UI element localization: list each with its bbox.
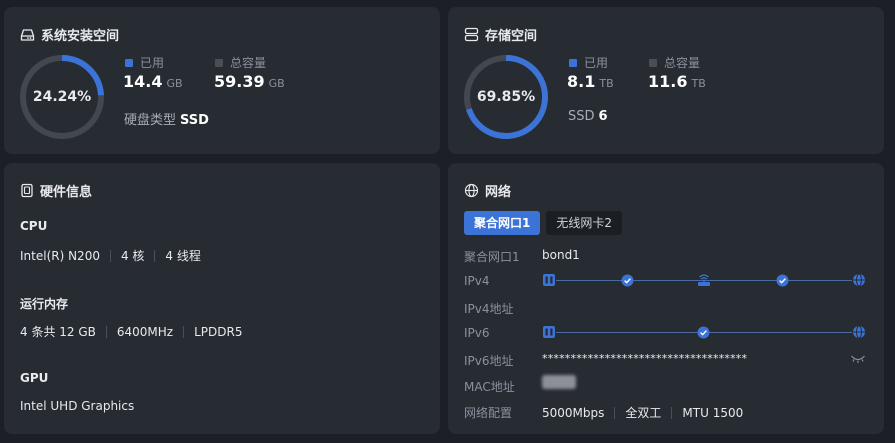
- storage-used-legend: 已用: [569, 54, 608, 71]
- storage-used-value: 8.1 TB: [567, 72, 614, 91]
- hardware-title: 硬件信息: [40, 185, 93, 200]
- divider: [154, 249, 156, 262]
- ssd-label: SSD: [568, 109, 595, 124]
- device-icon: [21, 183, 33, 198]
- system-total-label: 总容量: [230, 56, 267, 70]
- storage-total-label: 总容量: [664, 56, 701, 70]
- mac-address-redacted: [542, 375, 576, 389]
- storage-total-unit: TB: [691, 77, 706, 90]
- interface-label: 聚合网口1: [464, 250, 520, 264]
- cpu-model: Intel(R) N200: [20, 248, 100, 263]
- tab-bond1[interactable]: 聚合网口1: [464, 211, 541, 235]
- storage-usage-donut: 69.85%: [463, 54, 549, 140]
- system-space-card: 系统安装空间 24.24% 已用 14.4 GB 总容量 59.39 GB 硬盘类型…: [4, 7, 440, 154]
- cpu-info-row: Intel(R) N200 4 核 4 线程: [20, 247, 201, 264]
- divider: [671, 406, 673, 419]
- gpu-label: GPU: [20, 371, 49, 385]
- storage-total-number: 11.6: [648, 72, 688, 91]
- interface-value: bond1: [542, 248, 580, 262]
- total-color-swatch: [649, 58, 657, 67]
- system-space-title: 系统安装空间: [41, 29, 120, 44]
- system-space-header: 系统安装空间: [20, 25, 119, 44]
- memory-label: 运行内存: [20, 297, 69, 311]
- ipv6-address-value: ************************************: [542, 352, 748, 365]
- used-color-swatch: [569, 58, 577, 67]
- mac-label: MAC地址: [464, 380, 515, 394]
- ipv6-label: IPv6: [464, 326, 490, 340]
- system-used-legend: 已用: [125, 54, 164, 71]
- hardware-header: 硬件信息: [20, 181, 92, 200]
- storage-usage-percent: 69.85%: [476, 89, 536, 105]
- storage-space-header: 存储空间: [464, 25, 537, 44]
- system-used-number: 14.4: [123, 72, 163, 91]
- disk-icon: [20, 28, 35, 41]
- ethernet-port-icon: [543, 274, 555, 286]
- divider: [105, 325, 107, 338]
- storage-used-label: 已用: [584, 56, 609, 70]
- memory-type: LPDDR5: [194, 324, 243, 339]
- memory-modules: 4 条共 12 GB: [20, 325, 96, 339]
- ipv4-label: IPv4: [464, 274, 490, 288]
- cpu-cores: 4 核: [120, 249, 145, 263]
- system-usage-percent: 24.24%: [32, 89, 92, 105]
- hardware-card: 硬件信息 CPU Intel(R) N200 4 核 4 线程 运行内存 4 条…: [4, 163, 440, 434]
- system-used-unit: GB: [166, 77, 183, 90]
- globe-icon: [853, 273, 865, 287]
- tab-wireless2[interactable]: 无线网卡2: [546, 211, 622, 235]
- storage-space-title: 存储空间: [485, 29, 538, 44]
- cpu-threads: 4 线程: [165, 249, 201, 263]
- network-title: 网络: [485, 185, 512, 200]
- storage-total-legend: 总容量: [649, 54, 700, 71]
- storage-space-card: 存储空间 69.85% 已用 8.1 TB 总容量 11.6 TB SSD 6: [448, 7, 884, 154]
- gpu-info-row: Intel UHD Graphics: [20, 399, 134, 413]
- config-label: 网络配置: [464, 406, 513, 420]
- mtu-value: MTU 1500: [682, 405, 744, 420]
- system-total-unit: GB: [268, 77, 285, 90]
- check-circle-icon: [697, 326, 710, 339]
- storage-used-number: 8.1: [567, 72, 596, 91]
- system-used-value: 14.4 GB: [123, 72, 183, 91]
- memory-speed: 6400MHz: [116, 324, 174, 339]
- gpu-model: Intel UHD Graphics: [20, 399, 135, 413]
- ipv6-address-label: IPv6地址: [464, 354, 514, 368]
- storage-used-unit: TB: [599, 77, 614, 90]
- used-color-swatch: [125, 58, 133, 67]
- divider: [614, 406, 616, 419]
- link-speed: 5000Mbps: [542, 405, 605, 420]
- config-values: 5000Mbps 全双工 MTU 1500: [542, 404, 743, 421]
- disk-type-value: SSD: [180, 113, 209, 128]
- storage-ssd-count: SSD 6: [568, 109, 608, 124]
- network-card: 网络 聚合网口1 无线网卡2 聚合网口1 bond1 IPv4 IPv4地址 I…: [448, 163, 884, 434]
- divider: [183, 325, 185, 338]
- storage-total-value: 11.6 TB: [648, 72, 706, 91]
- ssd-value: 6: [598, 109, 608, 124]
- system-usage-donut: 24.24%: [19, 54, 105, 140]
- eye-closed-icon[interactable]: [850, 353, 866, 365]
- ethernet-port-icon: [543, 326, 555, 338]
- system-used-label: 已用: [140, 56, 165, 70]
- disk-type-label: 硬盘类型: [124, 113, 177, 128]
- ipv4-address-label: IPv4地址: [464, 302, 514, 316]
- system-total-legend: 总容量: [215, 54, 266, 71]
- duplex-mode: 全双工: [625, 406, 662, 420]
- system-total-number: 59.39: [214, 72, 265, 91]
- total-color-swatch: [215, 58, 223, 67]
- divider: [109, 249, 111, 262]
- globe-icon: [464, 183, 479, 198]
- system-total-value: 59.39 GB: [214, 72, 285, 91]
- globe-icon: [853, 325, 865, 339]
- router-icon: [698, 274, 710, 286]
- memory-info-row: 4 条共 12 GB 6400MHz LPDDR5: [20, 323, 242, 340]
- network-tabs: 聚合网口1 无线网卡2: [464, 211, 622, 235]
- check-circle-icon: [776, 274, 789, 287]
- network-header: 网络: [464, 181, 511, 200]
- check-circle-icon: [621, 274, 634, 287]
- cpu-label: CPU: [20, 219, 48, 233]
- system-disk-type: 硬盘类型 SSD: [124, 109, 209, 128]
- storage-icon: [464, 27, 479, 42]
